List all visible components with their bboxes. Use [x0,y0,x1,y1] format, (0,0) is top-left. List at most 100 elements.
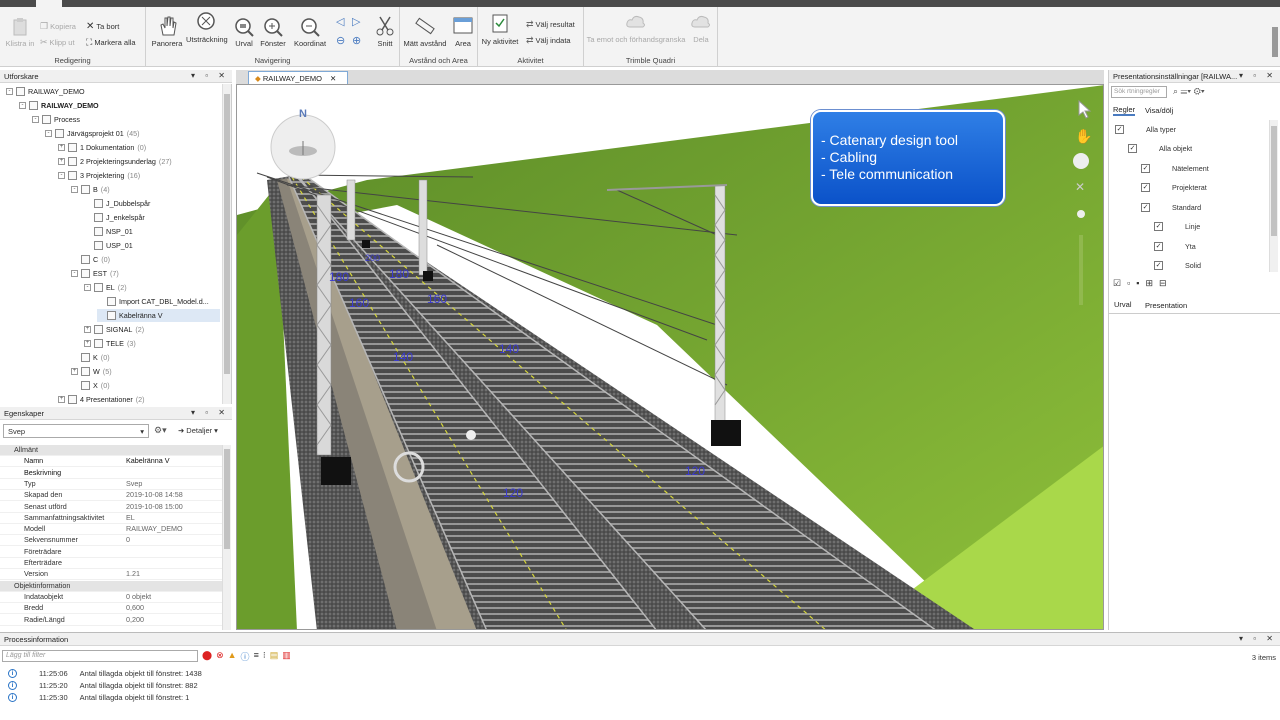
tree-item[interactable]: - 3 Projektering (16) [58,169,140,182]
filter-icon[interactable]: ⁝ [263,650,266,663]
rule-item[interactable]: ✓ Linje [1154,220,1200,234]
tab-visa-dolj[interactable]: Visa/dölj [1145,106,1173,115]
property-section[interactable]: Objektinformation [0,580,222,592]
property-value[interactable]: Kabelränna V [122,456,170,466]
checkbox[interactable]: ✓ [1128,144,1137,153]
property-value[interactable]: 2019-10-08 15:00 [122,502,183,512]
3d-viewport[interactable]: N 180 180 160 160 140 140 120 120 200 ✋ … [236,84,1104,630]
property-value[interactable]: 0 objekt [122,592,151,602]
extent-button[interactable]: Utsträckning [186,11,228,44]
tab-regler[interactable]: Regler [1113,105,1136,116]
panel-controls[interactable]: ▾ ▫ ✕ [1239,634,1277,643]
checkbox[interactable]: ✓ [1154,261,1163,270]
tree-item[interactable]: - EST (7) [71,267,119,280]
rule-actions[interactable]: ☑▫▪⊞⊟ [1113,278,1173,289]
filter-toolbar[interactable]: ⬤ ⊗ ▲ ⓘ ≡ ⁝ ▤ ▥ [202,650,291,663]
log-row[interactable]: i 11:25:20 Antal tillagda objekt till föns… [8,679,198,691]
tree-item[interactable]: + TELE (3) [84,337,136,350]
new-activity-button[interactable]: Ny aktivitet [480,13,520,46]
rule-item[interactable]: ✓ Alla typer [1115,122,1176,136]
property-value[interactable]: EL [122,513,135,523]
collapse-icon[interactable]: - [71,270,78,277]
checkbox[interactable]: ✓ [1115,124,1124,134]
expand-icon[interactable]: + [84,326,91,333]
property-section[interactable]: Allmänt [0,445,222,456]
tree-item[interactable]: USP_01 [84,239,136,252]
tree-item[interactable]: Kabelränna V [97,309,220,322]
ribbon-scroll[interactable] [1272,27,1278,57]
zoom-selection-button[interactable]: Urval [230,17,258,48]
tree-item[interactable]: - B (4) [71,183,110,196]
warning-icon[interactable]: ▲ [228,650,237,663]
tab-presentation[interactable]: Presentation [1145,301,1187,310]
clear-icon[interactable]: ⊗ [216,650,224,663]
share-button[interactable]: Dela [688,13,714,44]
rules-scrollbar[interactable] [1269,120,1278,272]
walk-icon[interactable] [1077,210,1085,218]
properties-scrollbar[interactable] [222,445,231,630]
tree-item[interactable]: J_enkelspår [84,211,148,224]
tree-item[interactable]: + W (5) [71,365,112,378]
tree-item[interactable]: + SIGNAL (2) [84,323,144,336]
tree-item[interactable]: - Process [32,113,83,126]
rule-item[interactable]: ✓ Standard [1141,200,1201,214]
collapse-icon[interactable]: - [45,130,52,137]
rule-item[interactable]: ✓ Nätelement [1141,161,1209,175]
section-button[interactable]: Snitt [372,15,398,48]
rule-search-input[interactable]: Sök rtningregler [1111,86,1167,98]
zoom-slider[interactable] [1079,235,1083,305]
log-row[interactable]: i 11:25:06 Antal tillagda objekt till föns… [8,667,202,679]
tree-item[interactable]: Import CAT_DBL_Model.d... [97,295,212,308]
checkbox[interactable]: ✓ [1154,241,1163,251]
collapse-icon[interactable]: - [58,172,65,179]
expand-icon[interactable]: + [58,396,65,403]
rule-item[interactable]: ✓ Yta [1154,239,1196,253]
property-value[interactable] [122,468,126,478]
paste-button[interactable]: Klistra in [4,17,36,48]
delete-button[interactable]: ✕ Ta bort [86,21,119,32]
arrow-right-icon[interactable]: ▷ [352,15,360,28]
zoom-coordinate-button[interactable]: Koordinat [290,17,330,48]
collapse-icon[interactable]: - [84,284,91,291]
property-value[interactable]: 2019-10-08 14:58 [122,490,183,500]
tree-item[interactable]: +1 Dokumentation (0) [58,141,146,154]
cut-button[interactable]: ✂ Klipp ut [40,37,75,48]
property-value[interactable]: 1.21 [122,569,140,579]
toolbar-icons[interactable]: ⌕ ☰▾ ⚙▾ [1173,86,1205,97]
tree-item[interactable]: - Järvägsprojekt 01 (45) [45,127,140,140]
tree-item[interactable]: K (0) [71,351,110,364]
delete-log-icon[interactable]: ▥ [282,650,291,663]
expand-icon[interactable]: + [58,144,65,151]
tab-railway-demo[interactable]: ◆ RAILWAY_DEMO ✕ [248,71,348,84]
tree-item[interactable]: NSP_01 [84,225,136,238]
orbit-icon[interactable] [1073,153,1089,169]
checkbox[interactable]: ✓ [1141,202,1150,212]
expand-icon[interactable]: + [71,368,78,375]
ribbon-tab-home[interactable] [36,0,62,7]
property-value[interactable] [122,547,126,557]
log-row[interactable]: i 11:25:30 Antal tillagda objekt till föns… [8,691,189,703]
rule-item[interactable]: ✓ Solid [1154,259,1201,273]
tree-item[interactable]: - EL (2) [84,281,127,294]
collapse-icon[interactable]: - [19,102,26,109]
close-icon[interactable]: ✕ [1075,180,1085,194]
tree-item[interactable]: +4 Presentationer (2) [58,393,145,404]
measure-distance-button[interactable]: Mätt avstånd [402,15,448,48]
panel-controls[interactable]: ▾ ▫ ✕ [191,408,229,417]
filter-input[interactable]: Lägg till filter [2,650,198,662]
gear-icon[interactable]: ⚙▾ [154,425,167,436]
collapse-icon[interactable]: - [32,116,39,123]
pan-button[interactable]: Panorera [150,15,184,48]
tab-urval[interactable]: Urval [1114,300,1132,309]
tree-item[interactable]: X (0) [71,379,110,392]
checkbox[interactable]: ✓ [1154,222,1163,231]
checkbox[interactable]: ✓ [1141,183,1150,192]
error-icon[interactable]: ⬤ [202,650,212,663]
copy-button[interactable]: ❐ Kopiera [40,21,76,32]
expand-icon[interactable]: + [84,340,91,347]
close-icon[interactable]: ✕ [330,74,336,83]
expand-icon[interactable]: + [58,158,65,165]
panel-controls[interactable]: ▾ ▫ ✕ [191,71,229,80]
tree-item[interactable]: J_Dubbelspår [84,197,153,210]
explorer-scrollbar[interactable] [222,84,231,404]
